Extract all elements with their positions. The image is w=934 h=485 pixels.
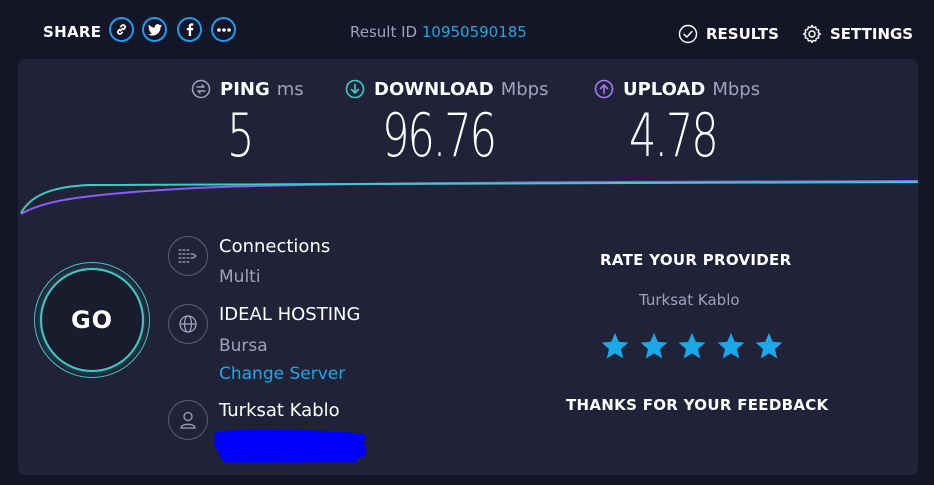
result-id-label: Result ID [350, 23, 418, 41]
result-id-value[interactable]: 10950590185 [422, 23, 527, 41]
download-metric: DOWNLOAD Mbps 96.76 [345, 77, 549, 169]
globe-icon [168, 304, 208, 344]
settings-link[interactable]: SETTINGS [802, 24, 913, 44]
gear-icon [803, 24, 821, 44]
link-icon[interactable] [109, 17, 134, 42]
twitter-icon[interactable] [142, 17, 167, 42]
rate-provider-name: Turksat Kablo [639, 291, 740, 309]
upload-arrow-icon [594, 79, 614, 99]
speedtest-panel: PING ms 5 DOWNLOAD Mbps 96.76 UPLOAD Mbp… [18, 59, 918, 475]
check-circle-icon [678, 24, 698, 44]
provider-name: Turksat Kablo [219, 400, 340, 421]
server-name: IDEAL HOSTING [219, 304, 361, 325]
user-icon [168, 400, 208, 440]
star-icon-4[interactable] [716, 331, 746, 361]
star-icon-1[interactable] [600, 331, 630, 361]
connections-icon [168, 236, 208, 276]
results-link[interactable]: RESULTS [678, 24, 779, 44]
upload-unit: Mbps [712, 78, 761, 100]
ping-unit: ms [276, 78, 304, 100]
top-bar: SHARE Result ID 10950590185 RESULTS SETT… [0, 0, 934, 60]
change-server-link[interactable]: Change Server [219, 364, 345, 384]
settings-label: SETTINGS [830, 25, 914, 43]
more-icon[interactable] [211, 17, 236, 42]
share-label: SHARE [43, 23, 102, 41]
server-location: Bursa [219, 336, 268, 356]
download-arrow-icon [345, 79, 365, 99]
results-label: RESULTS [706, 25, 779, 43]
connections-mode[interactable]: Multi [219, 267, 261, 287]
go-button[interactable]: GO [34, 262, 150, 378]
go-label: GO [70, 306, 114, 334]
rate-provider-title: RATE YOUR PROVIDER [600, 251, 792, 269]
ping-metric: PING ms 5 [191, 77, 304, 169]
upload-label: UPLOAD [623, 78, 706, 100]
ping-value: 5 [227, 101, 255, 171]
feedback-thanks: THANKS FOR YOUR FEEDBACK [566, 396, 829, 414]
speed-graph [20, 180, 918, 215]
upload-value: 4.78 [629, 101, 719, 171]
star-icon-2[interactable] [639, 331, 669, 361]
go-button-inner: GO [40, 268, 144, 372]
connections-title: Connections [219, 236, 331, 257]
star-icon-3[interactable] [677, 331, 707, 361]
download-unit: Mbps [500, 78, 549, 100]
download-value: 96.76 [382, 101, 497, 171]
ping-label: PING [220, 78, 270, 100]
star-icon-5[interactable] [754, 331, 784, 361]
download-label: DOWNLOAD [374, 78, 494, 100]
facebook-icon[interactable] [177, 17, 202, 42]
upload-graph-line [20, 180, 918, 215]
result-id: Result ID 10950590185 [350, 23, 527, 41]
star-rating[interactable] [600, 331, 793, 361]
download-graph-line [20, 181, 918, 214]
upload-metric: UPLOAD Mbps 4.78 [594, 77, 761, 169]
redaction-scribble [214, 429, 366, 463]
ping-icon [191, 79, 211, 99]
